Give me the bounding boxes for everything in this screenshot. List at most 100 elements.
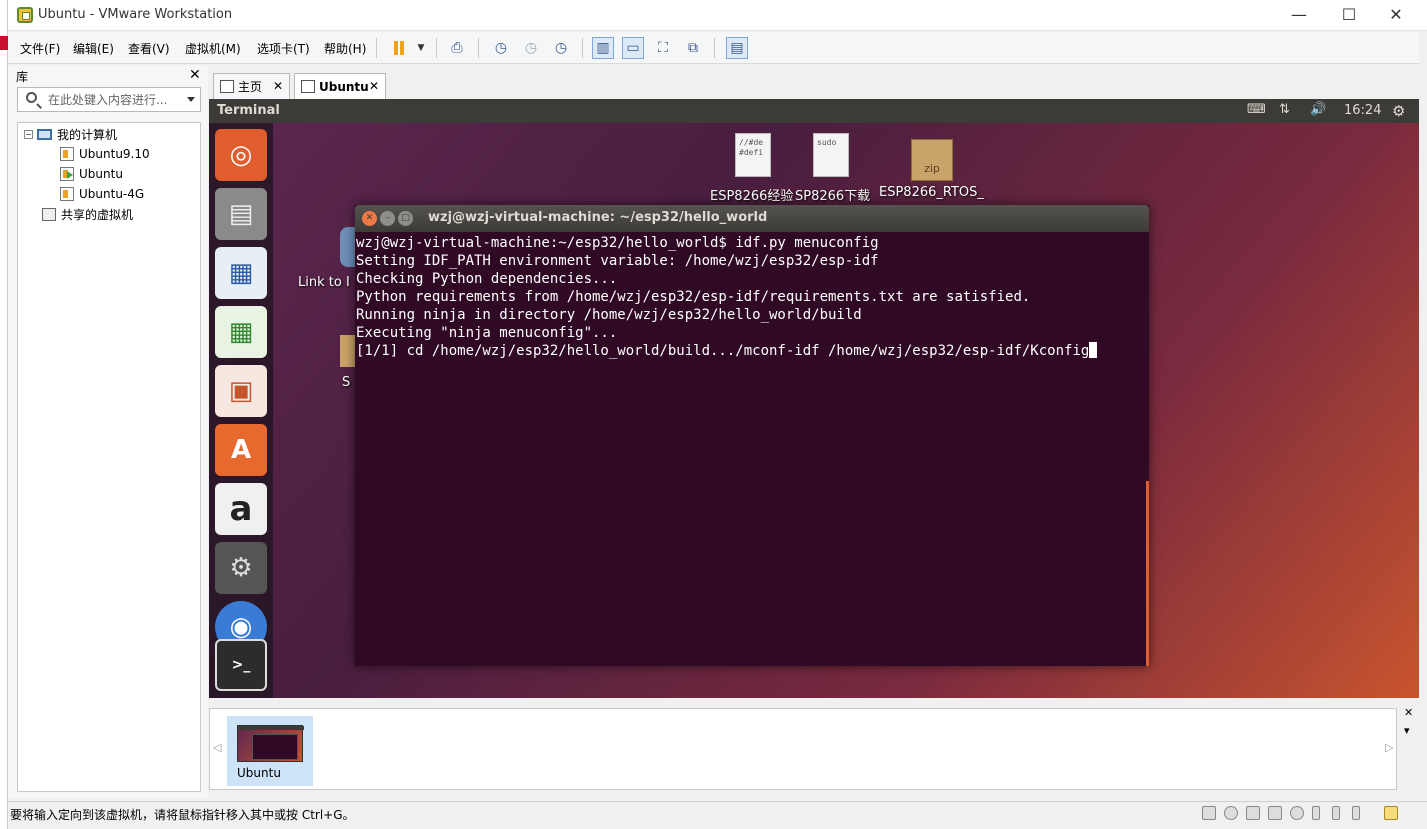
thumbnail-scroll-right-icon[interactable]: ▷: [1385, 741, 1393, 754]
usb-device-icon[interactable]: [1312, 806, 1320, 820]
toolbar-separator: [582, 38, 583, 58]
network-adapter-icon[interactable]: [1246, 806, 1260, 820]
menu-help[interactable]: 帮助(H): [324, 40, 366, 57]
tab-close-icon[interactable]: ✕: [369, 79, 379, 93]
chevron-down-icon[interactable]: [187, 97, 195, 102]
vm-icon: [60, 187, 74, 201]
library-close-icon[interactable]: ✕: [189, 67, 201, 83]
tab-label: 主页: [238, 80, 263, 94]
thumbnail-preview: [237, 725, 304, 762]
send-keys-icon[interactable]: ⎙: [446, 37, 468, 59]
sound-card-icon[interactable]: [1290, 806, 1304, 820]
clock[interactable]: 16:24: [1344, 103, 1381, 118]
network-icon[interactable]: ⇅: [1279, 102, 1290, 117]
cd-rom-icon[interactable]: [1224, 806, 1238, 820]
terminal-scrollbar[interactable]: [1146, 481, 1149, 666]
desktop-folder-icon[interactable]: [340, 335, 356, 367]
tab-strip: 主页 ✕ Ubuntu ✕: [209, 65, 1419, 99]
vm-console[interactable]: Terminal ⌨ ⇅ 🔊 16:24 ⚙ ◎ ▤ ▦ ▦ ▣ A a ⚙ ◉…: [209, 99, 1419, 698]
menu-bar: 文件(F) 编辑(E) 查看(V) 虚拟机(M) 选项卡(T) 帮助(H) ▼ …: [8, 32, 1419, 64]
system-gear-icon[interactable]: ⚙: [1392, 102, 1405, 120]
snapshot-manager-icon[interactable]: ◷: [550, 37, 572, 59]
desktop-file-icon[interactable]: sudo: [813, 133, 849, 177]
full-screen-icon[interactable]: ⛶: [652, 37, 674, 59]
unity-icon[interactable]: ⧉: [682, 37, 704, 59]
terminal-icon[interactable]: >_: [215, 639, 267, 691]
show-library-icon[interactable]: ▥: [592, 37, 614, 59]
menu-file[interactable]: 文件(F): [20, 40, 60, 57]
toolbar-separator: [478, 38, 479, 58]
printer-icon[interactable]: [1268, 806, 1282, 820]
search-icon: [26, 92, 37, 103]
impress-icon[interactable]: ▣: [215, 365, 267, 417]
terminal-title-bar[interactable]: ✕ – □ wzj@wzj-virtual-machine: ~/esp32/h…: [355, 205, 1149, 232]
volume-icon[interactable]: 🔊: [1310, 102, 1326, 117]
terminal-close-icon[interactable]: ✕: [362, 211, 377, 226]
tree-item-label: Ubuntu-4G: [79, 187, 145, 201]
menu-edit[interactable]: 编辑(E): [73, 40, 114, 57]
system-settings-icon[interactable]: ⚙: [215, 542, 267, 594]
usb-device-icon[interactable]: [1352, 806, 1360, 820]
library-search-input[interactable]: [48, 91, 178, 108]
menu-tabs[interactable]: 选项卡(T): [257, 40, 310, 57]
writer-icon[interactable]: ▦: [215, 247, 267, 299]
tree-item-vm[interactable]: Ubuntu-4G: [60, 185, 144, 203]
message-log-icon[interactable]: [1384, 806, 1398, 820]
window-left-edge: [0, 0, 8, 829]
terminal-output[interactable]: wzj@wzj-virtual-machine:~/esp32/hello_wo…: [356, 234, 1146, 666]
terminal-line: Checking Python dependencies...: [356, 271, 618, 287]
console-view-icon[interactable]: ▤: [726, 37, 748, 59]
toolbar-separator: [376, 38, 377, 58]
vm-tab-icon: [301, 80, 315, 93]
terminal-line: Python requirements from /home/wzj/esp32…: [356, 289, 1031, 305]
vmware-logo-icon: [17, 7, 33, 23]
terminal-maximize-icon[interactable]: □: [398, 211, 413, 226]
status-message: 要将输入定向到该虚拟机，请将鼠标指针移入其中或按 Ctrl+G。: [10, 808, 355, 822]
terminal-window[interactable]: ✕ – □ wzj@wzj-virtual-machine: ~/esp32/h…: [355, 205, 1149, 666]
usb-device-icon[interactable]: [1332, 806, 1340, 820]
maximize-button[interactable]: ☐: [1335, 4, 1363, 26]
pause-dropdown-icon[interactable]: ▼: [410, 37, 432, 59]
desktop-zip-icon[interactable]: zip: [911, 139, 953, 181]
pause-button[interactable]: [388, 37, 410, 59]
text-cursor: [1089, 342, 1098, 358]
vm-thumbnail[interactable]: Ubuntu: [227, 716, 313, 786]
revert-snapshot-icon[interactable]: ◷: [520, 37, 542, 59]
menu-view[interactable]: 查看(V): [128, 40, 170, 57]
tree-item-my-computer[interactable]: − 我的计算机: [24, 125, 117, 143]
tree-item-vm[interactable]: Ubuntu9.10: [60, 145, 150, 163]
collapse-icon[interactable]: −: [24, 129, 33, 139]
tab-home[interactable]: 主页 ✕: [213, 73, 290, 99]
show-thumbnails-icon[interactable]: ▭: [622, 37, 644, 59]
minimize-button[interactable]: —: [1285, 4, 1313, 26]
calc-icon[interactable]: ▦: [215, 306, 267, 358]
library-panel: 库 ✕ − 我的计算机 Ubuntu9.10 Ubuntu Ubuntu-4G …: [8, 65, 208, 798]
desktop-icon-label: ESP8266_RTOS_: [879, 185, 984, 200]
menu-vm[interactable]: 虚拟机(M): [185, 40, 241, 57]
terminal-line: Setting IDF_PATH environment variable: /…: [356, 253, 879, 269]
thumbnail-scroll-left-icon[interactable]: ◁: [213, 741, 221, 754]
desktop-file-icon[interactable]: //#de #defi: [735, 133, 771, 177]
tab-ubuntu[interactable]: Ubuntu ✕: [294, 73, 386, 99]
amazon-icon[interactable]: a: [215, 483, 267, 535]
tab-close-icon[interactable]: ✕: [273, 79, 283, 93]
tree-item-vm[interactable]: Ubuntu: [60, 165, 123, 183]
terminal-minimize-icon[interactable]: –: [380, 211, 395, 226]
window-title: Ubuntu - VMware Workstation: [38, 7, 233, 22]
software-center-icon[interactable]: A: [215, 424, 267, 476]
home-icon: [220, 80, 234, 93]
hard-disk-icon[interactable]: [1202, 806, 1216, 820]
close-button[interactable]: ✕: [1382, 4, 1410, 26]
dash-home-icon[interactable]: ◎: [215, 129, 267, 181]
terminal-line: [1/1] cd /home/wzj/esp32/hello_world/bui…: [356, 342, 1146, 360]
unity-launcher: ◎ ▤ ▦ ▦ ▣ A a ⚙ ◉ >_: [209, 123, 273, 698]
thumbnail-bar-dropdown-icon[interactable]: ▾: [1404, 724, 1410, 737]
files-icon[interactable]: ▤: [215, 188, 267, 240]
snapshot-icon[interactable]: ◷: [490, 37, 512, 59]
thumbnail-bar-close-icon[interactable]: ✕: [1404, 706, 1413, 719]
computer-icon: [37, 128, 52, 140]
desktop-icon-label: ESP8266经验: [710, 189, 794, 204]
tree-item-shared-vms[interactable]: 共享的虚拟机: [42, 205, 133, 223]
vm-icon: [60, 147, 74, 161]
keyboard-icon[interactable]: ⌨: [1247, 102, 1266, 117]
